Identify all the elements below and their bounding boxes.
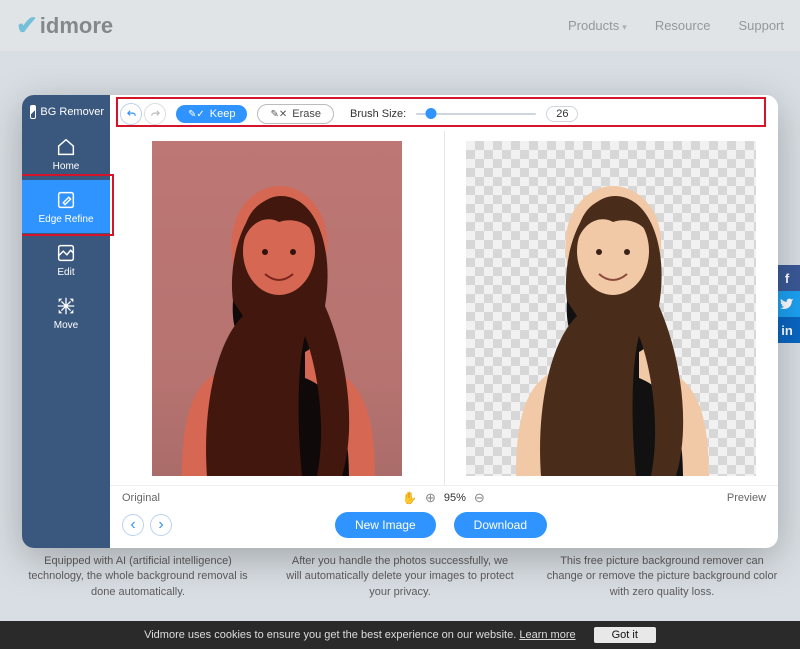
erase-pen-icon: ✎✕ [270, 109, 287, 120]
sidebar-label-edit: Edit [57, 267, 74, 278]
prev-image-button[interactable]: ‹ [122, 514, 144, 536]
preview-image[interactable] [466, 141, 756, 476]
edge-refine-icon [55, 190, 77, 210]
cookie-bar: Vidmore uses cookies to ensure you get t… [0, 621, 800, 649]
nav-support[interactable]: Support [738, 18, 784, 33]
zoom-out-icon[interactable]: ⊖ [474, 490, 485, 506]
slider-thumb[interactable] [425, 108, 436, 119]
nav-resource[interactable]: Resource [655, 18, 711, 33]
sidebar-item-home[interactable]: Home [22, 127, 110, 180]
chevron-down-icon: ▾ [622, 22, 627, 32]
app-title-text: BG Remover [40, 106, 104, 118]
sidebar: BG Remover Home Edge Refine Edit Move [22, 95, 110, 548]
marketing-col-1: Equipped with AI (artificial intelligenc… [22, 554, 254, 600]
download-button[interactable]: Download [454, 512, 547, 538]
sidebar-label-edge-refine: Edge Refine [38, 214, 93, 225]
canvas-row [110, 131, 778, 486]
undo-button[interactable] [120, 103, 142, 125]
zoom-in-icon[interactable]: ⊕ [425, 490, 436, 506]
logo[interactable]: ✔ idmore [16, 10, 113, 41]
original-panel [110, 131, 444, 485]
redo-button[interactable] [144, 103, 166, 125]
sidebar-item-edge-refine[interactable]: Edge Refine [22, 180, 110, 233]
zoom-controls: ✋ ⊕ 95% ⊖ [402, 490, 485, 506]
marketing-col-2: After you handle the photos successfully… [284, 554, 516, 600]
pan-icon[interactable]: ✋ [402, 491, 417, 505]
original-label: Original [122, 492, 160, 504]
main-area: ✎✓ Keep ✎✕ Erase Brush Size: 26 [110, 95, 778, 548]
keep-button[interactable]: ✎✓ Keep [176, 105, 247, 123]
sidebar-label-home: Home [53, 161, 80, 172]
keep-pen-icon: ✎✓ [188, 109, 205, 120]
bg-remover-modal: BG Remover Home Edge Refine Edit Move [22, 95, 778, 548]
action-row: ‹ › New Image Download [110, 506, 778, 548]
original-image[interactable] [152, 141, 402, 476]
marketing-row: Equipped with AI (artificial intelligenc… [0, 554, 800, 600]
keep-label: Keep [210, 108, 236, 120]
preview-panel [444, 131, 779, 485]
logo-icon: ✔ [16, 10, 38, 41]
next-image-button[interactable]: › [150, 514, 172, 536]
brush-size-label: Brush Size: [350, 108, 406, 120]
home-icon [55, 137, 77, 157]
marketing-col-3: This free picture background remover can… [546, 554, 778, 600]
zoom-value: 95% [444, 492, 466, 504]
erase-button[interactable]: ✎✕ Erase [257, 104, 334, 124]
edit-icon [55, 243, 77, 263]
top-nav: Products▾ Resource Support [568, 18, 784, 33]
cookie-accept-button[interactable]: Got it [594, 627, 656, 643]
canvas-footer: Original ✋ ⊕ 95% ⊖ Preview [110, 486, 778, 506]
move-icon [55, 296, 77, 316]
brush-size-value: 26 [546, 106, 578, 122]
new-image-button[interactable]: New Image [335, 512, 436, 538]
sidebar-item-edit[interactable]: Edit [22, 233, 110, 286]
preview-label: Preview [727, 492, 766, 504]
history-buttons [120, 103, 166, 125]
cookie-learn-more[interactable]: Learn more [519, 629, 575, 641]
app-icon [30, 105, 36, 119]
nav-products[interactable]: Products▾ [568, 18, 627, 33]
sidebar-label-move: Move [54, 320, 78, 331]
brush-size-slider[interactable] [416, 107, 536, 121]
sidebar-item-move[interactable]: Move [22, 286, 110, 339]
app-title: BG Remover [22, 95, 110, 127]
erase-label: Erase [292, 108, 321, 120]
toolbar: ✎✓ Keep ✎✕ Erase Brush Size: 26 [110, 95, 778, 131]
logo-text: idmore [40, 13, 113, 39]
site-header: ✔ idmore Products▾ Resource Support [0, 0, 800, 51]
cookie-text: Vidmore uses cookies to ensure you get t… [144, 629, 576, 641]
